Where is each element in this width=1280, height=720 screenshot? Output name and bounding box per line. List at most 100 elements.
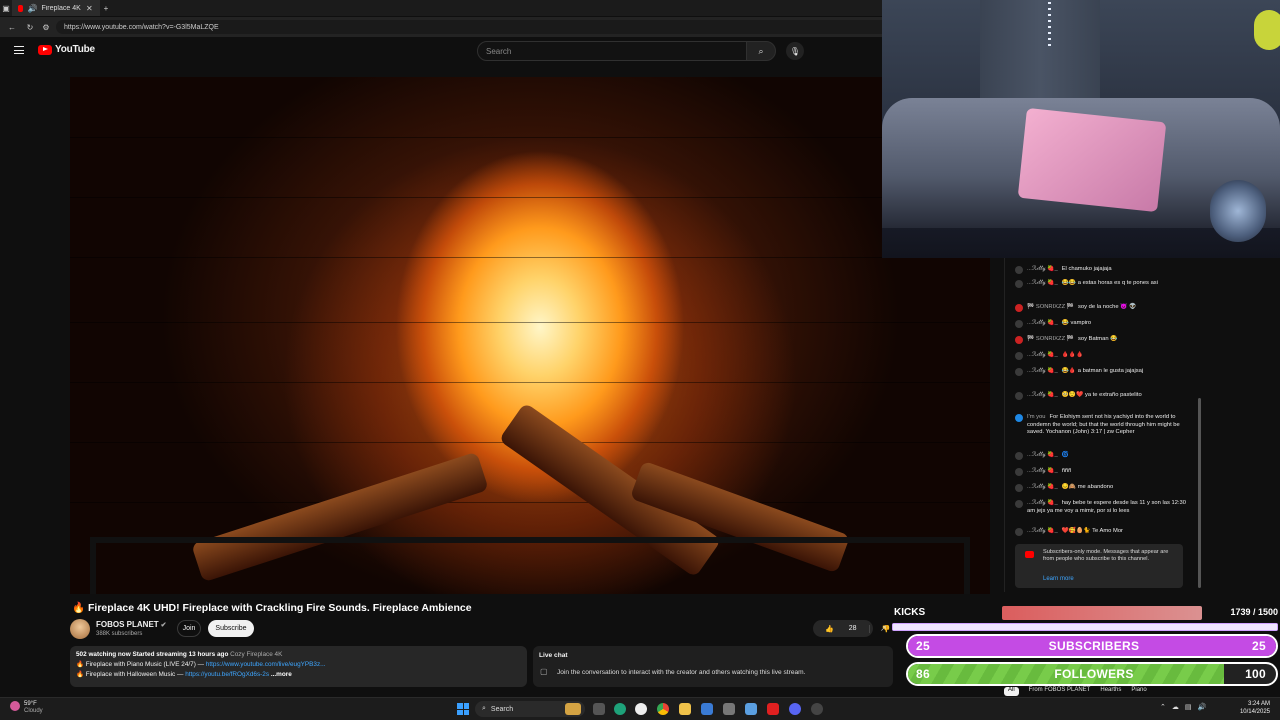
chat-avatar[interactable] xyxy=(1015,468,1023,476)
chat-avatar[interactable] xyxy=(1015,392,1023,400)
subscribe-button[interactable]: Subscribe xyxy=(208,620,254,637)
chat-message: ...ℛ𝒾𝓉𝓉𝓎 🍓_ ñññ xyxy=(1015,468,1193,476)
file-explorer-icon[interactable] xyxy=(679,703,691,715)
chip-all[interactable]: All xyxy=(1004,687,1019,696)
weather-temp: 59°F xyxy=(24,701,37,707)
chat-avatar[interactable] xyxy=(1015,320,1023,328)
chat-username[interactable]: ...ℛ𝒾𝓉𝓉𝓎 🍓_ xyxy=(1027,368,1058,374)
url-field[interactable]: https://www.youtube.com/watch?v=-G3l5MaL… xyxy=(56,20,916,34)
store-icon[interactable] xyxy=(701,703,713,715)
speaker-icon[interactable]: 🔊 xyxy=(27,4,37,13)
microphone-icon: 🎙 xyxy=(789,46,801,56)
network-icon[interactable]: ▤ xyxy=(1185,703,1192,711)
channel-avatar[interactable] xyxy=(70,619,90,639)
chip-hearths[interactable]: Hearths xyxy=(1100,687,1121,696)
chat-avatar[interactable] xyxy=(1015,352,1023,360)
followers-target: 100 xyxy=(1245,667,1266,681)
search-button[interactable]: ⌕ xyxy=(746,41,776,61)
share-icon[interactable]: ↗ xyxy=(880,620,892,637)
chat-message: ...ℛ𝒾𝓉𝓉𝓎 🍓_ 🌀 xyxy=(1015,452,1193,460)
chat-avatar[interactable] xyxy=(1015,452,1023,460)
close-tab-icon[interactable]: ✕ xyxy=(85,4,94,13)
volume-icon[interactable]: 🔊 xyxy=(1198,703,1207,711)
description-box[interactable]: 502 watching now Started streaming 13 ho… xyxy=(70,646,527,687)
site-info-icon[interactable]: ⚙ xyxy=(40,23,52,32)
chat-username[interactable]: ...ℛ𝒾𝓉𝓉𝓎 🍓_ xyxy=(1027,392,1058,398)
start-button[interactable] xyxy=(457,703,469,715)
weather-widget[interactable]: 59°F Cloudy xyxy=(10,701,43,715)
chat-avatar[interactable] xyxy=(1015,484,1023,492)
join-button[interactable]: Join xyxy=(177,620,201,637)
youtube-logo[interactable]: YouTube xyxy=(38,44,95,55)
chat-username[interactable]: ...ℛ𝒾𝓉𝓉𝓎 🍓_ xyxy=(1027,352,1058,358)
chip-from-channel[interactable]: From FOBOS PLANET xyxy=(1029,687,1091,696)
chat-username[interactable]: ...ℛ𝒾𝓉𝓉𝓎 🍓_ xyxy=(1027,280,1058,286)
chevron-up-icon[interactable]: ⌃ xyxy=(1160,703,1166,711)
new-tab-icon[interactable]: + xyxy=(100,4,112,13)
video-player[interactable] xyxy=(70,77,990,594)
task-view-icon[interactable] xyxy=(593,703,605,715)
chat-avatar[interactable] xyxy=(1015,500,1023,508)
chat-username[interactable]: ...ℛ𝒾𝓉𝓉𝓎 🍓_ xyxy=(1027,528,1058,534)
widgets-icon[interactable] xyxy=(565,703,581,715)
chat-avatar[interactable] xyxy=(1015,280,1023,288)
chat-text: soy de la noche 😈 👽 xyxy=(1077,304,1137,310)
xbox-icon[interactable] xyxy=(635,703,647,715)
chat-avatar[interactable] xyxy=(1015,368,1023,376)
chat-avatar[interactable] xyxy=(1015,266,1023,274)
verified-icon: ✔ xyxy=(160,622,167,629)
description-link[interactable]: https://www.youtube.com/live/eugYPB3z... xyxy=(206,661,326,668)
chat-avatar[interactable] xyxy=(1015,304,1023,312)
obs-icon[interactable] xyxy=(811,703,823,715)
taskbar-clock[interactable]: 3:24 AM 10/14/2025 xyxy=(1234,701,1270,716)
chat-text: 🌀 xyxy=(1061,452,1069,458)
search-input[interactable]: Search xyxy=(477,41,747,61)
system-tray: ⌃ ☁ ▤ 🔊 xyxy=(1160,703,1206,711)
chat-text: 😂 vampiro xyxy=(1061,320,1092,326)
chat-username[interactable]: 🏁 SONRIXZZ 🏁 xyxy=(1027,304,1074,310)
learn-more-link[interactable]: Learn more xyxy=(1043,576,1074,583)
chat-username[interactable]: 🏁 SONRIXZZ 🏁 xyxy=(1027,336,1074,342)
chat-avatar[interactable] xyxy=(1015,528,1023,536)
chat-text: For Elohiym sent not his yachiyd into th… xyxy=(1027,414,1180,435)
back-icon[interactable]: ← xyxy=(6,23,18,32)
chat-message: 🏁 SONRIXZZ 🏁 soy de la noche 😈 👽 xyxy=(1015,304,1193,312)
chat-username[interactable]: ...ℛ𝒾𝓉𝓉𝓎 🍓_ xyxy=(1027,468,1058,474)
chat-username[interactable]: ...ℛ𝒾𝓉𝓉𝓎 🍓_ xyxy=(1027,484,1058,490)
live-chat-panel[interactable]: Live chat ▢ Join the conversation to int… xyxy=(533,646,893,687)
chip-piano[interactable]: Piano xyxy=(1131,687,1146,696)
webcam-plush-toy xyxy=(1254,10,1280,50)
edge-icon[interactable] xyxy=(614,703,626,715)
like-button[interactable]: 👍 28 xyxy=(813,625,869,633)
related-chips: All From FOBOS PLANET Hearths Piano xyxy=(1004,687,1204,696)
channel-name[interactable]: FOBOS PLANET ✔ xyxy=(96,620,167,629)
chat-message: ...ℛ𝒾𝓉𝓉𝓎 🍓_ 😔🙈 me abandono xyxy=(1015,484,1193,492)
chrome-icon[interactable] xyxy=(657,703,669,715)
photos-icon[interactable] xyxy=(745,703,757,715)
more-button[interactable]: ...more xyxy=(271,671,292,678)
description-line: 🔥 Fireplace with Piano Music (LIVE 24/7)… xyxy=(76,661,326,668)
youtube-favicon-icon xyxy=(18,4,24,12)
chat-avatar[interactable] xyxy=(1015,414,1023,422)
chat-text: 🥺😌❤️ ya te extraño pastelito xyxy=(1061,392,1142,398)
youtube-app-icon[interactable] xyxy=(767,703,779,715)
chat-username[interactable]: I'm you xyxy=(1027,414,1046,420)
window-menu-icon[interactable]: ▣ xyxy=(0,4,12,13)
chat-avatar[interactable] xyxy=(1015,336,1023,344)
cloud-icon[interactable]: ☁ xyxy=(1172,703,1179,711)
chat-username[interactable]: ...ℛ𝒾𝓉𝓉𝓎 🍓_ xyxy=(1027,500,1058,506)
app-icon[interactable] xyxy=(723,703,735,715)
reload-icon[interactable]: ↻ xyxy=(24,23,36,32)
chat-scrollbar[interactable] xyxy=(1198,398,1201,588)
hamburger-menu-icon[interactable] xyxy=(14,46,24,54)
discord-icon[interactable] xyxy=(789,703,801,715)
chat-username[interactable]: ...ℛ𝒾𝓉𝓉𝓎 🍓_ xyxy=(1027,320,1058,326)
chat-message: ...ℛ𝒾𝓉𝓉𝓎 🍓_ 😂 vampiro xyxy=(1015,320,1193,328)
description-link[interactable]: https://youtu.be/fROgXd6s-2s xyxy=(185,671,269,678)
voice-search-button[interactable]: 🎙 xyxy=(786,42,804,60)
chat-username[interactable]: ...ℛ𝒾𝓉𝓉𝓎 🍓_ xyxy=(1027,266,1058,272)
chat-username[interactable]: ...ℛ𝒾𝓉𝓉𝓎 🍓_ xyxy=(1027,452,1058,458)
chat-message: I'm you For Elohiym sent not his yachiyd … xyxy=(1015,414,1193,437)
browser-tab[interactable]: 🔊 Fireplace 4K UHD! Firepl... ✕ xyxy=(12,0,100,16)
clock-time: 3:24 AM xyxy=(1247,701,1270,707)
